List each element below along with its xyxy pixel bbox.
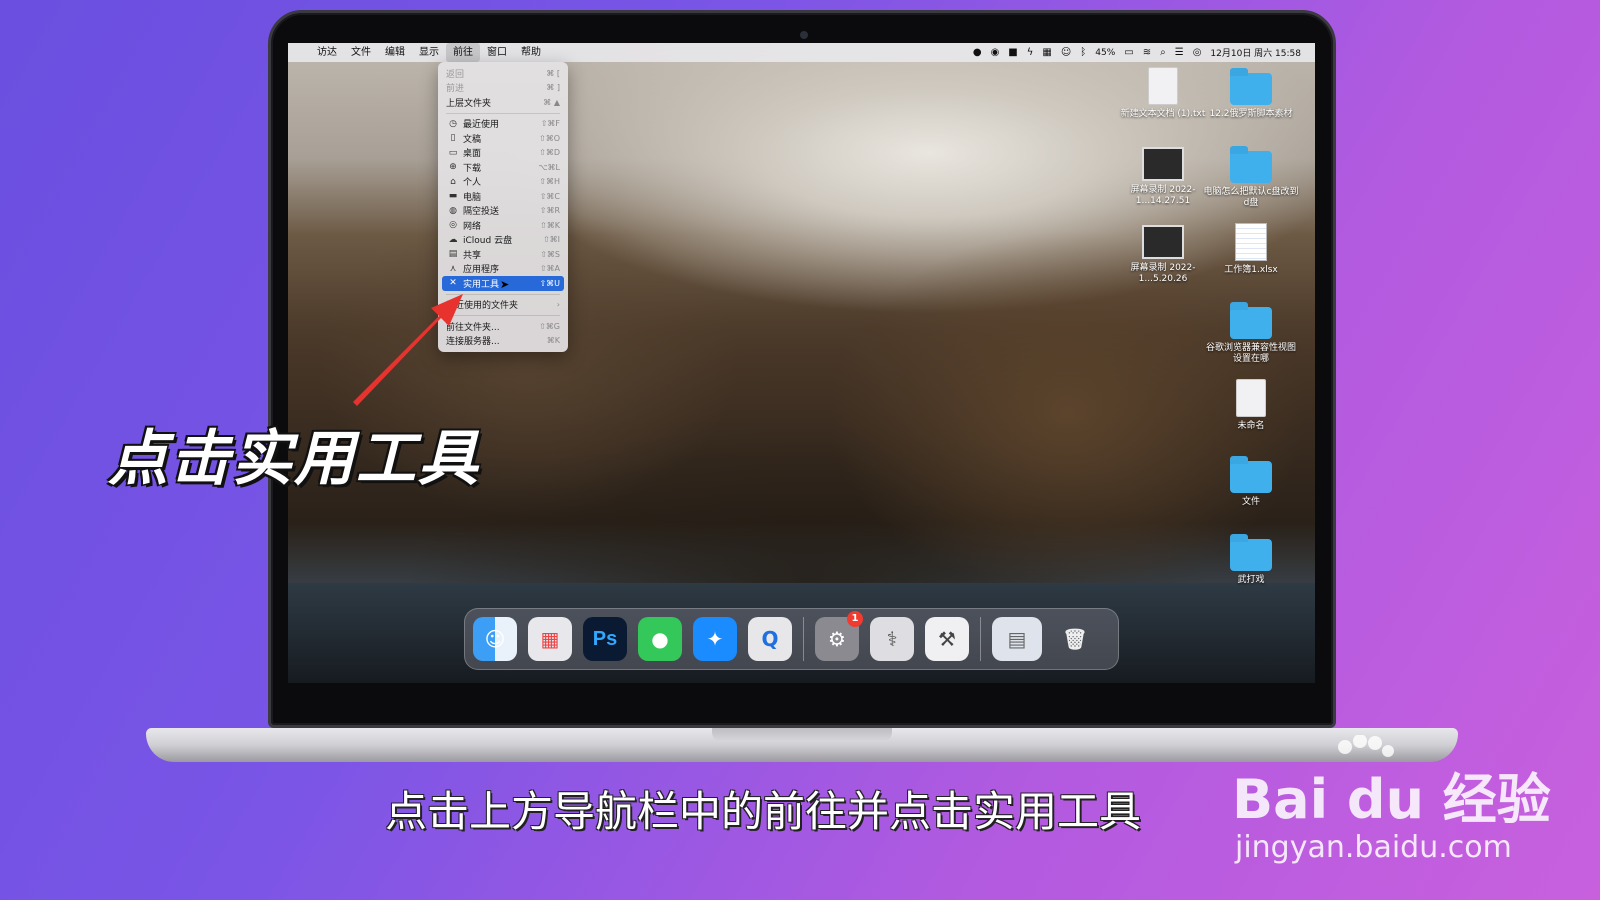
folder-icon — [1230, 456, 1272, 493]
notification-icon[interactable]: ■ — [1008, 47, 1017, 58]
desktop-folder-wudaxi[interactable]: 武打戏 — [1203, 534, 1299, 586]
trash-icon[interactable]: 🗑 — [1053, 617, 1097, 661]
desktop-file-txt[interactable]: 新建文本文档 (1).txt — [1115, 67, 1211, 120]
menu-item-applications[interactable]: ⋏ 应用程序 ⇧⌘A — [442, 262, 564, 277]
wifi-icon[interactable]: ≋ — [1143, 47, 1151, 58]
home-icon: ⌂ — [450, 176, 456, 187]
menu-item-forward[interactable]: 前进 ⌘ ] — [442, 81, 564, 96]
notification-badge: 1 — [847, 611, 863, 627]
desktop-file-recording-2[interactable]: 屏幕录制 2022-1...5.20.26 — [1115, 225, 1211, 285]
control-center-icon[interactable]: ☰ — [1175, 47, 1184, 58]
desktop-icon: ▭ — [448, 147, 458, 158]
menu-bar: 访达 文件 编辑 显示 前往 窗口 帮助 ● ◉ ■ ϟ ▦ ☺ ᛒ 45% ▭… — [288, 43, 1315, 62]
desktop-folder-files[interactable]: 文件 — [1203, 456, 1299, 508]
dock: ☺ ▦ Ps ● ✦ Q ⚙ 1 ⚕ ⚒ ▤ 🗑 — [464, 608, 1119, 670]
applications-icon: ⋏ — [449, 263, 457, 274]
desktop-file-untitled[interactable]: 未命名 — [1203, 379, 1299, 432]
clock-icon: ◷ — [449, 118, 457, 129]
downloads-stack-icon[interactable]: ▤ — [992, 617, 1042, 661]
battery-icon[interactable]: ▭ — [1124, 47, 1133, 58]
computer-icon: ▬ — [448, 191, 458, 202]
desktop-file-xlsx[interactable]: 工作簿1.xlsx — [1203, 223, 1299, 276]
photoshop-icon[interactable]: Ps — [583, 617, 627, 661]
menu-help[interactable]: 帮助 — [514, 43, 548, 62]
system-information-icon[interactable]: ⚒ — [925, 617, 969, 661]
finder-icon[interactable]: ☺ — [473, 617, 517, 661]
quicktime-icon[interactable]: Q — [748, 617, 792, 661]
desktop-folder-script[interactable]: 12.2俄罗斯脚本素材 — [1203, 68, 1299, 120]
dock-separator — [803, 617, 804, 661]
siri-icon[interactable]: ◎ — [1193, 47, 1202, 58]
menu-view[interactable]: 显示 — [412, 43, 446, 62]
wrench-icon: ✕ — [449, 278, 457, 289]
desktop-folder-c-to-d[interactable]: 电脑怎么把默认c盘改到d盘 — [1203, 146, 1299, 209]
menu-item-utilities[interactable]: ✕ 实用工具 ⇧⌘U ➤ — [442, 276, 564, 291]
bolt-icon[interactable]: ϟ — [1027, 47, 1034, 58]
menu-item-documents[interactable]: ▯ 文稿 ⇧⌘O — [442, 131, 564, 146]
laptop-notch — [712, 728, 892, 742]
menu-item-back[interactable]: 返回 ⌘ [ — [442, 66, 564, 81]
camera-icon — [800, 31, 808, 39]
big-caption: 点击实用工具 — [108, 424, 480, 494]
menu-file[interactable]: 文件 — [344, 43, 378, 62]
menu-item-enclosing-folder[interactable]: 上层文件夹 ⌘ ▲ — [442, 95, 564, 110]
text-file-icon — [1148, 67, 1178, 105]
menu-item-desktop[interactable]: ▭ 桌面 ⇧⌘D — [442, 146, 564, 161]
mouse-cursor-icon: ➤ — [500, 278, 510, 291]
rtf-file-icon — [1236, 379, 1266, 417]
download-icon: ⊕ — [449, 162, 457, 173]
menu-item-computer[interactable]: ▬ 电脑 ⇧⌘C — [442, 189, 564, 204]
keyboard-icon[interactable]: ▦ — [1042, 47, 1051, 58]
menu-item-downloads[interactable]: ⊕ 下载 ⌥⌘L — [442, 160, 564, 175]
baidu-logo: Bai du 经验 — [1232, 768, 1551, 831]
disk-utility-icon[interactable]: ⚕ — [870, 617, 914, 661]
baidu-url: jingyan.baidu.com — [1235, 830, 1512, 865]
video-thumbnail-icon — [1142, 147, 1184, 181]
menu-finder[interactable]: 访达 — [310, 43, 344, 62]
shared-folder-icon: ▤ — [448, 249, 458, 260]
safari-icon[interactable]: ✦ — [693, 617, 737, 661]
cloud-icon: ☁ — [448, 234, 458, 245]
menu-edit[interactable]: 编辑 — [378, 43, 412, 62]
search-icon[interactable]: ⌕ — [1160, 47, 1166, 58]
menu-window[interactable]: 窗口 — [480, 43, 514, 62]
folder-icon — [1230, 146, 1272, 183]
video-thumbnail-icon — [1142, 225, 1184, 259]
spreadsheet-icon — [1235, 223, 1267, 261]
menu-item-icloud[interactable]: ☁ iCloud 云盘 ⇧⌘I — [442, 233, 564, 248]
desktop-file-recording-1[interactable]: 屏幕录制 2022-1...14.27.51 — [1115, 147, 1211, 207]
dock-separator — [980, 617, 981, 661]
system-preferences-icon[interactable]: ⚙ 1 — [815, 611, 863, 661]
airdrop-icon: ◍ — [449, 205, 457, 216]
menu-item-airdrop[interactable]: ◍ 隔空投送 ⇧⌘R — [442, 204, 564, 219]
record-icon[interactable]: ● — [973, 47, 982, 58]
status-area: ● ◉ ■ ϟ ▦ ☺ ᛒ 45% ▭ ≋ ⌕ ☰ ◎ 12月10日 周六 15… — [973, 46, 1315, 59]
launchpad-icon[interactable]: ▦ — [528, 617, 572, 661]
folder-icon — [1230, 68, 1272, 105]
folder-icon — [1230, 534, 1272, 571]
subtitle: 点击上方导航栏中的前往并点击实用工具 — [385, 787, 1142, 836]
folder-icon — [1230, 302, 1272, 339]
app-icon[interactable]: ◉ — [991, 47, 1000, 58]
menu-item-network[interactable]: ◎ 网络 ⇧⌘K — [442, 218, 564, 233]
user-icon[interactable]: ☺ — [1061, 47, 1071, 58]
battery-percent: 45% — [1095, 47, 1116, 58]
red-arrow-icon — [353, 294, 463, 406]
menu-go[interactable]: 前往 — [446, 43, 480, 62]
menu-item-recents[interactable]: ◷ 最近使用 ⇧⌘F — [442, 117, 564, 132]
desktop-folder-chrome[interactable]: 谷歌浏览器兼容性视图设置在哪 — [1203, 302, 1299, 365]
menu-item-shared[interactable]: ▤ 共享 ⇧⌘S — [442, 247, 564, 262]
document-icon: ▯ — [450, 133, 456, 144]
globe-icon: ◎ — [449, 220, 457, 231]
menu-separator — [446, 112, 560, 114]
menu-item-home[interactable]: ⌂ 个人 ⇧⌘H — [442, 175, 564, 190]
bluetooth-icon[interactable]: ᛒ — [1080, 47, 1086, 58]
clock[interactable]: 12月10日 周六 15:58 — [1210, 46, 1301, 59]
messages-icon[interactable]: ● — [638, 617, 682, 661]
